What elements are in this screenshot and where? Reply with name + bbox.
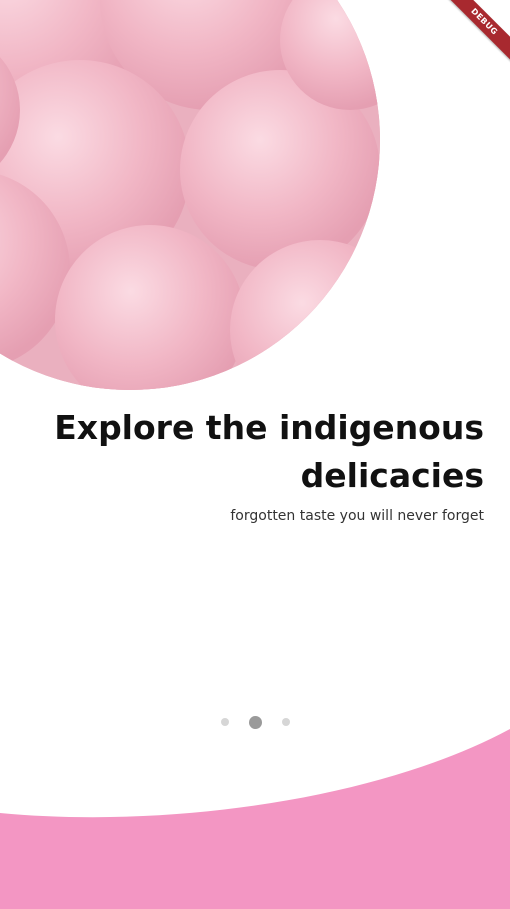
hero-image-sweets bbox=[0, 0, 380, 390]
onboarding-screen: DEBUG Explore the indigenous delicacies … bbox=[0, 0, 510, 909]
page-dot-2-active[interactable] bbox=[248, 715, 262, 729]
page-dot-3[interactable] bbox=[281, 718, 290, 726]
onboarding-subtitle: forgotten taste you will never forget bbox=[230, 508, 484, 524]
onboarding-title: Explore the indigenous delicacies bbox=[54, 408, 484, 495]
bottom-pink-wave bbox=[0, 729, 510, 909]
sweets-illustration bbox=[0, 0, 380, 390]
page-dot-1[interactable] bbox=[220, 718, 229, 726]
debug-banner: DEBUG bbox=[435, 0, 510, 71]
